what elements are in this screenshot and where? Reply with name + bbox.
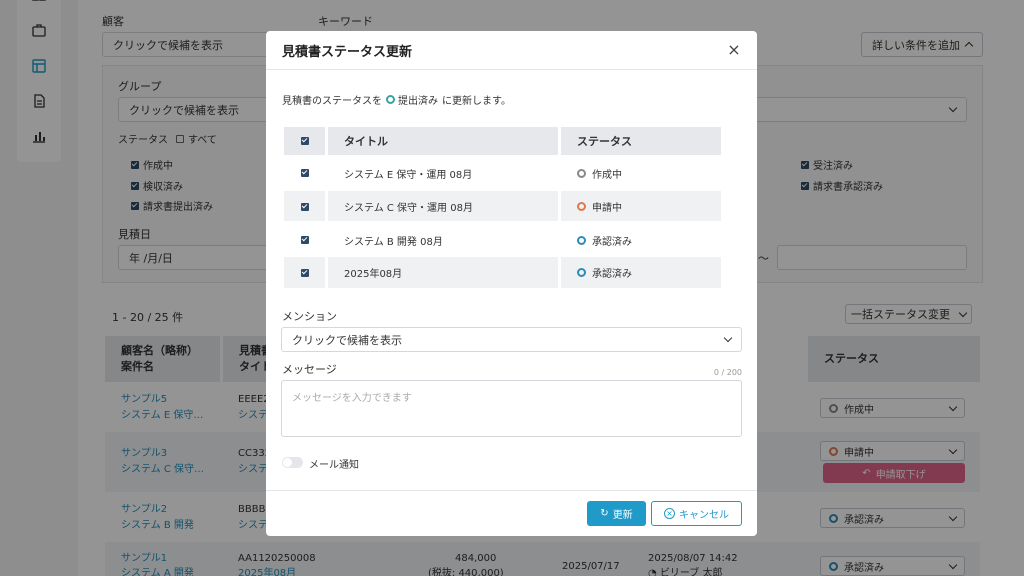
modal-row-title: システム B 開発 08月 [344, 236, 443, 248]
mail-toggle-label: メール通知 [309, 460, 359, 471]
modal-title: 見積書ステータス更新 [266, 31, 757, 70]
mention-placeholder: クリックで候補を表示 [292, 333, 402, 347]
checkbox-checked-icon[interactable] [301, 269, 309, 277]
chevron-down-icon [723, 333, 733, 343]
cancel-label: キャンセル [679, 510, 729, 521]
modal-row-title: 2025年08月 [328, 257, 558, 288]
modal-row-status-label: 作成中 [592, 169, 622, 181]
mention-input[interactable]: クリックで候補を表示 [281, 327, 742, 352]
checkbox-checked-icon[interactable] [301, 236, 309, 244]
update-button[interactable]: ↻ 更新 [587, 501, 646, 526]
modal-message: 見積書のステータスを 提出済み に更新します。 [282, 92, 511, 107]
update-label: 更新 [612, 510, 633, 521]
cancel-button[interactable]: × キャンセル [651, 501, 742, 526]
message-label: メッセージ [282, 363, 337, 376]
col-title: タイトル [328, 127, 558, 155]
message-prefix: 見積書のステータスを [282, 96, 382, 107]
toggle-knob [283, 458, 292, 467]
modal-row-status-label: 申請中 [592, 202, 622, 214]
message-textarea[interactable]: メッセージを入力できます [281, 380, 742, 437]
modal-row-status-label: 承認済み [592, 236, 632, 248]
status-orange-icon [577, 201, 586, 211]
modal-row-status: 作成中 [561, 158, 721, 188]
status-update-modal: 見積書ステータス更新 × 見積書のステータスを 提出済み に更新します。 タイト… [266, 31, 757, 536]
select-all-header[interactable] [284, 127, 325, 155]
modal-row-status-label: 承認済み [592, 269, 632, 280]
col-status: ステータス [561, 127, 721, 155]
cancel-circle-icon: × [664, 508, 675, 519]
refresh-icon: ↻ [600, 508, 609, 519]
footer-divider [266, 490, 757, 491]
modal-row-status: 承認済み [561, 225, 721, 255]
status-submitted-icon [386, 95, 395, 104]
status-gray-icon [577, 168, 586, 178]
modal-row-title: システム C 保守・運用 08月 [328, 191, 558, 221]
status-blue-icon [577, 235, 586, 245]
modal-row-title: システム E 保守・運用 08月 [344, 169, 473, 181]
message-suffix: に更新します。 [442, 96, 511, 107]
modal-row-status: 申請中 [561, 191, 721, 221]
status-blue-icon [577, 268, 586, 277]
checkbox-checked-icon [301, 137, 309, 145]
close-icon[interactable]: × [727, 42, 741, 58]
modal-row-status: 承認済み [561, 257, 721, 288]
message-status: 提出済み [398, 96, 438, 107]
checkbox-checked-icon[interactable] [301, 169, 309, 177]
message-counter: 0 / 200 [713, 368, 742, 377]
mail-toggle[interactable] [282, 457, 303, 468]
mention-label: メンション [282, 310, 337, 323]
checkbox-checked-icon[interactable] [301, 203, 309, 211]
